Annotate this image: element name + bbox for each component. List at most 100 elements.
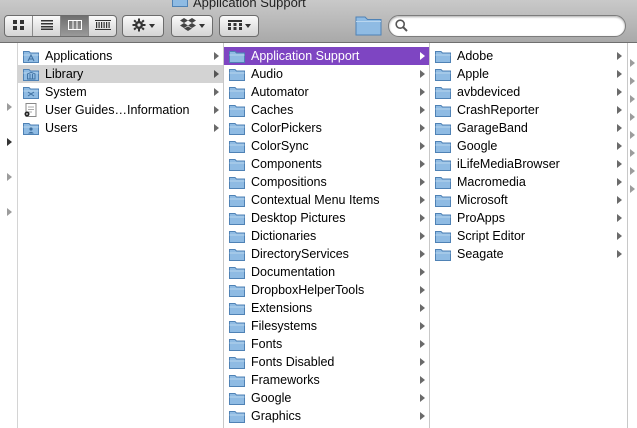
icon-view-button[interactable]	[5, 16, 33, 36]
row-label: Filesystems	[251, 319, 317, 333]
folder-icon	[229, 391, 245, 405]
window-title-area: Application Support	[172, 0, 306, 10]
row-label: Microsoft	[457, 193, 508, 207]
list-view-button[interactable]	[33, 16, 61, 36]
disclosure-arrow-icon	[420, 214, 425, 222]
file-browser-row[interactable]: Seagate	[430, 245, 626, 263]
folder-icon	[229, 121, 245, 135]
row-label: Library	[45, 67, 84, 81]
users-folder-icon	[23, 121, 39, 135]
file-browser-row[interactable]: Compositions	[224, 173, 429, 191]
disclosure-arrow-icon	[214, 70, 219, 78]
file-browser-row[interactable]: Apple	[430, 65, 626, 83]
disclosure-arrow-icon	[420, 304, 425, 312]
file-browser-row[interactable]: Automator	[224, 83, 429, 101]
file-browser-row[interactable]: ColorPickers	[224, 119, 429, 137]
file-browser-row[interactable]: ColorSync	[224, 137, 429, 155]
file-browser-row[interactable]: Desktop Pictures	[224, 209, 429, 227]
file-browser-row[interactable]: Fonts	[224, 335, 429, 353]
file-browser-row[interactable]: GarageBand	[430, 119, 626, 137]
coverflow-view-button[interactable]	[89, 16, 116, 36]
row-label: Fonts Disabled	[251, 355, 335, 369]
folder-icon	[229, 49, 245, 63]
disclosure-arrow-icon	[420, 322, 425, 330]
disclosure-arrow-icon	[420, 412, 425, 420]
search-input[interactable]	[411, 18, 611, 33]
row-label: ProApps	[457, 211, 505, 225]
row-label: User Guides…Information	[45, 103, 190, 117]
file-browser-row[interactable]: Audio	[224, 65, 429, 83]
row-label: Audio	[251, 67, 283, 81]
disclosure-arrow-icon	[214, 52, 219, 60]
column-view-icon	[67, 19, 82, 33]
folder-icon	[229, 139, 245, 153]
file-browser-row[interactable]: Applications	[18, 47, 223, 65]
file-browser-row[interactable]: Macromedia	[430, 173, 626, 191]
file-browser-row[interactable]: CrashReporter	[430, 101, 626, 119]
folder-icon	[229, 247, 245, 261]
window-title: Application Support	[193, 0, 306, 10]
file-browser-row[interactable]: Google	[224, 389, 429, 407]
disclosure-arrow-icon	[420, 70, 425, 78]
disclosure-arrow-icon	[617, 250, 622, 258]
file-browser-row[interactable]: Dictionaries	[224, 227, 429, 245]
row-label: Script Editor	[457, 229, 526, 243]
finder-column-application-support[interactable]: Adobe Apple avbdeviced CrashReporter GarageB…	[430, 43, 626, 428]
row-label: System	[45, 85, 87, 99]
file-browser-row[interactable]: Users	[18, 119, 223, 137]
file-browser-row[interactable]: DropboxHelperTools	[224, 281, 429, 299]
search-field	[388, 15, 626, 37]
file-browser-row[interactable]: ProApps	[430, 209, 626, 227]
row-label: Users	[45, 121, 78, 135]
search-icon	[395, 19, 408, 35]
folder-path-icon[interactable]	[355, 14, 382, 39]
file-browser-row[interactable]: Filesystems	[224, 317, 429, 335]
stub-arrow-icon	[630, 113, 635, 121]
finder-column-library[interactable]: Application Support Audio Automator Caches C…	[224, 43, 430, 428]
icon-view-icon	[12, 19, 25, 33]
title-folder-icon	[172, 0, 188, 10]
file-browser-row[interactable]: DirectoryServices	[224, 245, 429, 263]
file-browser-row[interactable]: avbdeviced	[430, 83, 626, 101]
file-browser-row[interactable]: Library	[18, 65, 223, 83]
finder-column-root[interactable]: Applications Library System User Guides…Inf…	[18, 43, 224, 428]
document-folder-icon	[23, 103, 39, 117]
row-label: DirectoryServices	[251, 247, 349, 261]
finder-toolbar: Application Support	[0, 0, 637, 43]
file-browser-row[interactable]: Graphics	[224, 407, 429, 425]
file-browser-row[interactable]: Components	[224, 155, 429, 173]
folder-icon	[435, 121, 451, 135]
file-browser-row[interactable]: User Guides…Information	[18, 101, 223, 119]
file-browser-row[interactable]: Google	[430, 137, 626, 155]
file-browser-row[interactable]: System	[18, 83, 223, 101]
file-browser-row[interactable]: iLifeMediaBrowser	[430, 155, 626, 173]
parent-column-stub	[0, 43, 18, 428]
file-browser-row[interactable]: Caches	[224, 101, 429, 119]
coverflow-view-icon	[94, 19, 111, 33]
file-browser-row[interactable]: Documentation	[224, 263, 429, 281]
disclosure-arrow-icon	[617, 196, 622, 204]
file-browser-row[interactable]: Application Support	[224, 47, 429, 65]
disclosure-arrow-icon	[214, 106, 219, 114]
row-label: ColorSync	[251, 139, 309, 153]
stub-arrow-icon	[630, 95, 635, 103]
view-mode-selector	[4, 15, 117, 37]
file-browser-row[interactable]: Script Editor	[430, 227, 626, 245]
action-menu-button[interactable]	[122, 15, 164, 37]
file-browser-row[interactable]: Frameworks	[224, 371, 429, 389]
disclosure-arrow-icon	[420, 250, 425, 258]
row-label: Applications	[45, 49, 113, 63]
file-browser-row[interactable]: Contextual Menu Items	[224, 191, 429, 209]
dropbox-menu-button[interactable]	[171, 15, 213, 37]
row-label: Frameworks	[251, 373, 320, 387]
stub-arrow-icon	[630, 149, 635, 157]
file-browser-row[interactable]: Extensions	[224, 299, 429, 317]
column-view-button[interactable]	[61, 16, 89, 36]
row-label: Macromedia	[457, 175, 526, 189]
file-browser-row[interactable]: Adobe	[430, 47, 626, 65]
disclosure-arrow-icon	[420, 52, 425, 60]
file-browser-row[interactable]: Microsoft	[430, 191, 626, 209]
file-browser-row[interactable]: Fonts Disabled	[224, 353, 429, 371]
arrange-menu-button[interactable]	[219, 15, 259, 37]
disclosure-arrow-icon	[420, 142, 425, 150]
